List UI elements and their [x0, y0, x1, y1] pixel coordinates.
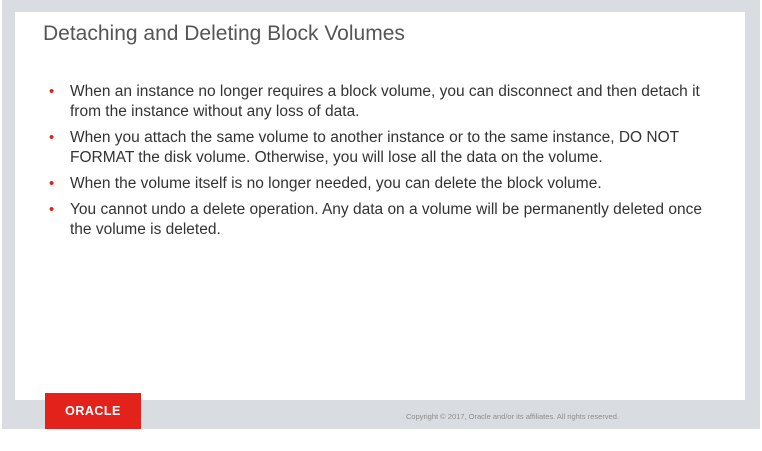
copyright-text: Copyright © 2017, Oracle and/or its affi… [406, 412, 619, 421]
bullet-marker: • [49, 129, 55, 146]
bullet-text: When an instance no longer requires a bl… [70, 83, 700, 120]
oracle-logo-text: ORACLE [65, 404, 121, 418]
bullet-item: • When the volume itself is no longer ne… [49, 174, 709, 194]
bullet-item: • When an instance no longer requires a … [49, 82, 709, 122]
bullet-text: When the volume itself is no longer need… [70, 175, 602, 192]
bullet-text: You cannot undo a delete operation. Any … [70, 201, 702, 238]
bullet-item: • When you attach the same volume to ano… [49, 128, 709, 168]
bullet-marker: • [49, 83, 55, 100]
oracle-logo: ORACLE [45, 393, 141, 429]
bullet-marker: • [49, 201, 55, 218]
bullet-item: • You cannot undo a delete operation. An… [49, 200, 709, 240]
bullet-list: • When an instance no longer requires a … [49, 82, 709, 246]
bullet-text: When you attach the same volume to anoth… [70, 129, 679, 166]
slide-title: Detaching and Deleting Block Volumes [43, 22, 405, 45]
slide-content: Detaching and Deleting Block Volumes • W… [15, 12, 745, 400]
bullet-marker: • [49, 175, 55, 192]
